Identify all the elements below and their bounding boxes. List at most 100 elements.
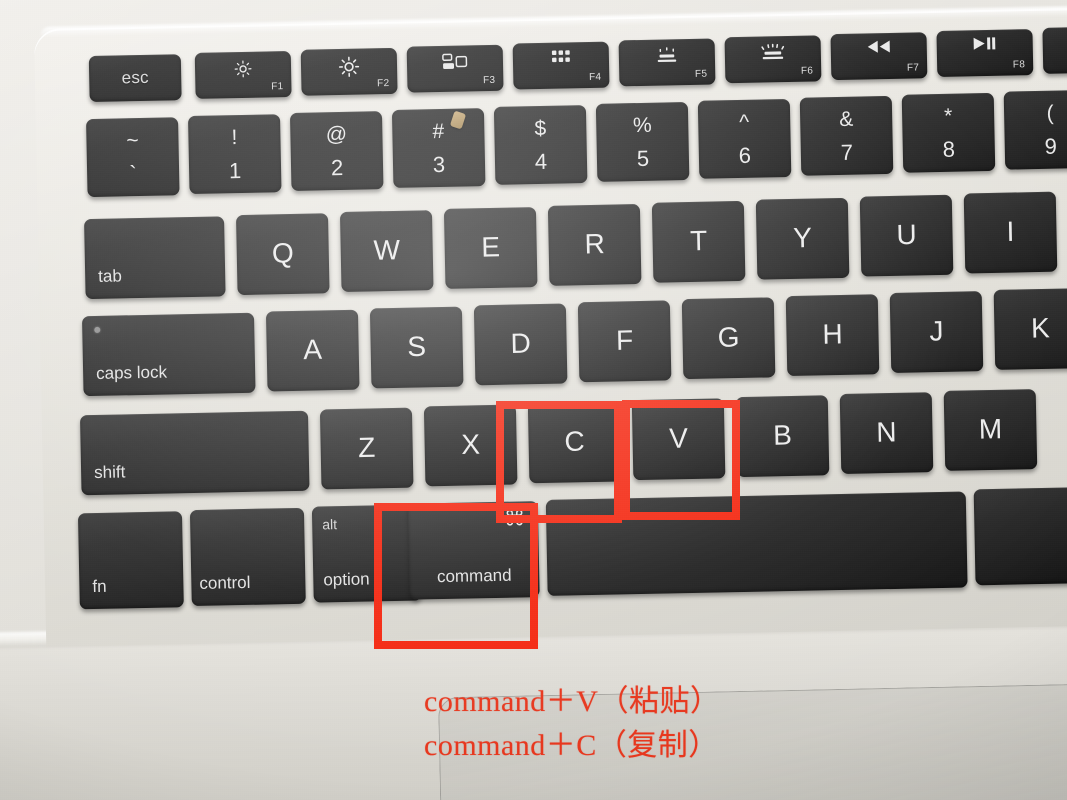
- keyboard-photo-scene: esc F1 F2 F3 F4 F5 F6 F7 F8 ~ ` ! 1 @ 2 …: [0, 0, 1067, 800]
- key-f7-label: F7: [906, 62, 920, 74]
- key-5-symbol: %: [632, 113, 652, 138]
- caps-lock-indicator-icon: [94, 326, 101, 333]
- key-s[interactable]: S: [369, 306, 464, 389]
- key-esc[interactable]: esc: [88, 54, 182, 103]
- command-key-highlight-box: [374, 503, 538, 649]
- key-q[interactable]: Q: [235, 213, 330, 296]
- key-f4-label: F4: [588, 71, 602, 83]
- key-w[interactable]: W: [339, 210, 434, 293]
- key-n[interactable]: N: [839, 392, 934, 475]
- key-s-label: S: [407, 330, 427, 363]
- key-f[interactable]: F: [577, 300, 672, 383]
- key-d[interactable]: D: [473, 303, 568, 386]
- key-j-label: J: [929, 315, 944, 347]
- key-8[interactable]: * 8: [901, 92, 996, 173]
- key-backtick-symbol: ~: [126, 129, 139, 153]
- key-7-digit: 7: [840, 139, 854, 165]
- brightness-down-icon: [195, 58, 291, 80]
- key-9-digit: 9: [1044, 133, 1058, 159]
- key-e[interactable]: E: [443, 207, 538, 289]
- key-a-label: A: [303, 333, 323, 366]
- key-1[interactable]: ! 1: [187, 114, 282, 195]
- key-4-symbol: $: [534, 116, 547, 141]
- key-f1[interactable]: F1: [194, 50, 292, 99]
- key-3-digit: 3: [432, 151, 446, 178]
- launchpad-icon: [513, 49, 609, 68]
- caption-paste-shortcut: command＋V（粘贴）: [424, 685, 721, 718]
- key-y[interactable]: Y: [755, 197, 850, 280]
- key-m-label: M: [978, 413, 1003, 445]
- key-f4[interactable]: F4: [512, 41, 610, 90]
- key-f9[interactable]: [1042, 25, 1067, 74]
- key-f1-label: F1: [271, 81, 284, 93]
- key-5-digit: 5: [636, 145, 650, 172]
- key-g[interactable]: G: [681, 297, 776, 380]
- key-4-digit: 4: [534, 148, 548, 175]
- keyboard-backlight-down-icon: [619, 45, 715, 65]
- key-tab-label: tab: [98, 266, 123, 286]
- key-9[interactable]: ( 9: [1003, 89, 1067, 170]
- key-f6[interactable]: F6: [724, 35, 822, 84]
- key-r[interactable]: R: [547, 203, 642, 286]
- key-2-symbol: @: [325, 122, 348, 147]
- key-f2-label: F2: [376, 78, 390, 90]
- key-7[interactable]: & 7: [799, 95, 894, 176]
- fast-forward-icon: [1043, 33, 1067, 50]
- key-5[interactable]: % 5: [595, 102, 690, 182]
- key-tab[interactable]: tab: [84, 216, 226, 300]
- key-f6-label: F6: [800, 65, 814, 77]
- key-4[interactable]: $ 4: [493, 105, 588, 185]
- key-a[interactable]: A: [265, 309, 360, 392]
- key-z-label: Z: [357, 431, 376, 464]
- key-2[interactable]: @ 2: [289, 111, 384, 191]
- key-t-label: T: [689, 225, 708, 257]
- key-7-symbol: &: [838, 107, 854, 131]
- key-1-digit: 1: [228, 157, 242, 184]
- key-w-label: W: [373, 234, 401, 266]
- key-f7[interactable]: F7: [830, 32, 928, 81]
- key-option-alt-label: alt: [322, 516, 338, 533]
- key-backtick[interactable]: ~ `: [86, 117, 180, 198]
- key-f8[interactable]: F8: [936, 29, 1034, 78]
- key-backtick-digit: `: [129, 161, 138, 187]
- key-2-digit: 2: [330, 154, 344, 181]
- key-r-label: R: [584, 228, 606, 260]
- key-6[interactable]: ^ 6: [697, 98, 792, 179]
- key-t[interactable]: T: [651, 200, 746, 283]
- key-j[interactable]: J: [889, 291, 984, 373]
- v-key-highlight-box: [622, 400, 740, 520]
- key-3[interactable]: # 3: [391, 108, 486, 188]
- key-3-symbol: #: [432, 119, 445, 144]
- key-shift-label: shift: [93, 462, 126, 483]
- key-command-right[interactable]: [973, 486, 1067, 586]
- key-f8-label: F8: [1012, 59, 1026, 71]
- key-f5-label: F5: [694, 68, 708, 80]
- key-control[interactable]: control: [189, 507, 306, 607]
- key-g-label: G: [717, 321, 740, 353]
- key-f3[interactable]: F3: [406, 44, 504, 93]
- key-f5[interactable]: F5: [618, 38, 716, 87]
- key-y-label: Y: [792, 221, 813, 254]
- key-z[interactable]: Z: [319, 407, 414, 490]
- key-k[interactable]: K: [993, 288, 1067, 370]
- key-6-symbol: ^: [739, 110, 750, 134]
- key-i[interactable]: I: [963, 191, 1058, 274]
- key-b-label: B: [772, 419, 793, 451]
- key-m[interactable]: M: [943, 389, 1038, 471]
- key-e-label: E: [481, 231, 501, 263]
- key-u[interactable]: U: [859, 194, 954, 277]
- keyboard-backlight-up-icon: [725, 42, 821, 62]
- rewind-icon: [831, 39, 927, 56]
- key-caps-lock[interactable]: caps lock: [81, 312, 256, 397]
- key-8-symbol: *: [943, 104, 953, 128]
- key-esc-label: esc: [121, 67, 149, 88]
- key-fn[interactable]: fn: [77, 511, 184, 610]
- key-f2[interactable]: F2: [300, 47, 398, 96]
- caption-copy-shortcut: command＋C（复制）: [424, 729, 719, 762]
- key-b[interactable]: B: [735, 395, 830, 478]
- key-k-label: K: [1030, 312, 1051, 344]
- key-shift-left[interactable]: shift: [79, 410, 310, 496]
- key-option-label: option: [323, 569, 370, 590]
- key-h[interactable]: H: [785, 294, 880, 377]
- key-f3-label: F3: [482, 74, 496, 87]
